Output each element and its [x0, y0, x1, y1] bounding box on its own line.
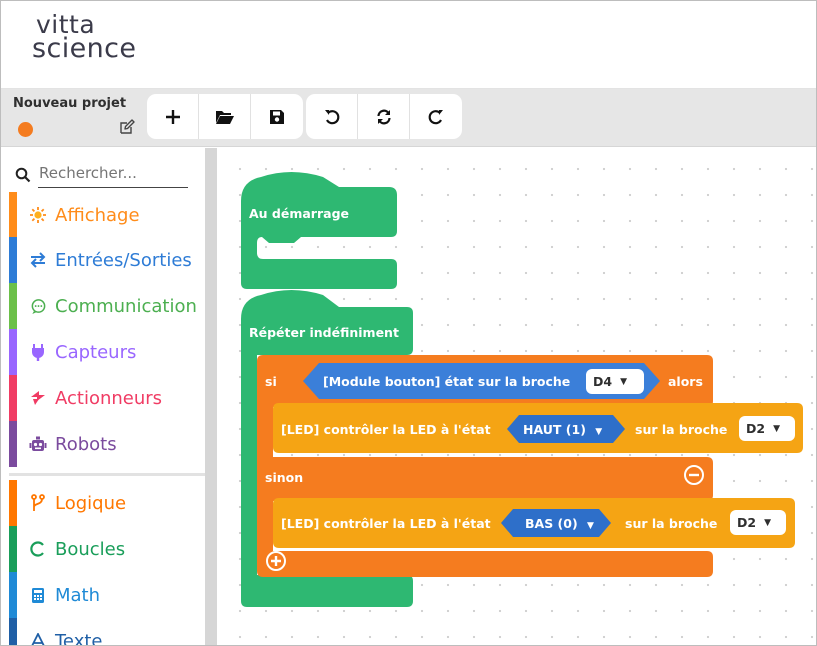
start-block-label: Au démarrage: [249, 206, 349, 221]
app-window: vitta science Nouveau projet Rechercher.…: [0, 0, 817, 646]
add-else-if-icon[interactable]: [265, 550, 287, 572]
chevron-down-icon: ▼: [620, 376, 627, 387]
led-state-1: HAUT (1) ▼: [523, 422, 602, 437]
chevron-down-icon: ▼: [595, 427, 603, 437]
forever-block-label: Répéter indéfiniment: [249, 325, 399, 340]
start-block[interactable]: [241, 172, 397, 289]
led2-pin-dropdown[interactable]: D2 ▼: [730, 510, 786, 535]
led2-pin-value: D2: [737, 515, 757, 530]
chevron-down-icon: ▼: [764, 517, 771, 528]
condition-label: [Module bouton] état sur la broche: [323, 374, 571, 389]
blocks-canvas: [241, 172, 803, 607]
led1-pin-dropdown[interactable]: D2 ▼: [739, 416, 795, 441]
chevron-down-icon: ▼: [587, 521, 594, 531]
led-state-2-value: BAS (0): [525, 516, 578, 531]
condition-pin-value: D4: [593, 374, 613, 389]
remove-else-icon[interactable]: [683, 464, 705, 486]
led-label-1: [LED] contrôler la LED à l'état: [281, 422, 491, 437]
if-keyword: si: [265, 374, 277, 389]
led-label-2: [LED] contrôler la LED à l'état: [281, 516, 491, 531]
led-state-2: BAS (0) ▼: [525, 516, 594, 531]
else-keyword: sinon: [265, 470, 304, 485]
condition-pin-dropdown[interactable]: D4 ▼: [586, 369, 644, 394]
pin-label-2: sur la broche: [625, 516, 718, 531]
led-state-1-value: HAUT (1): [523, 422, 586, 437]
chevron-down-icon: ▼: [773, 423, 780, 434]
then-keyword: alors: [668, 374, 703, 389]
led1-pin-value: D2: [746, 421, 766, 436]
pin-label-1: sur la broche: [635, 422, 728, 437]
